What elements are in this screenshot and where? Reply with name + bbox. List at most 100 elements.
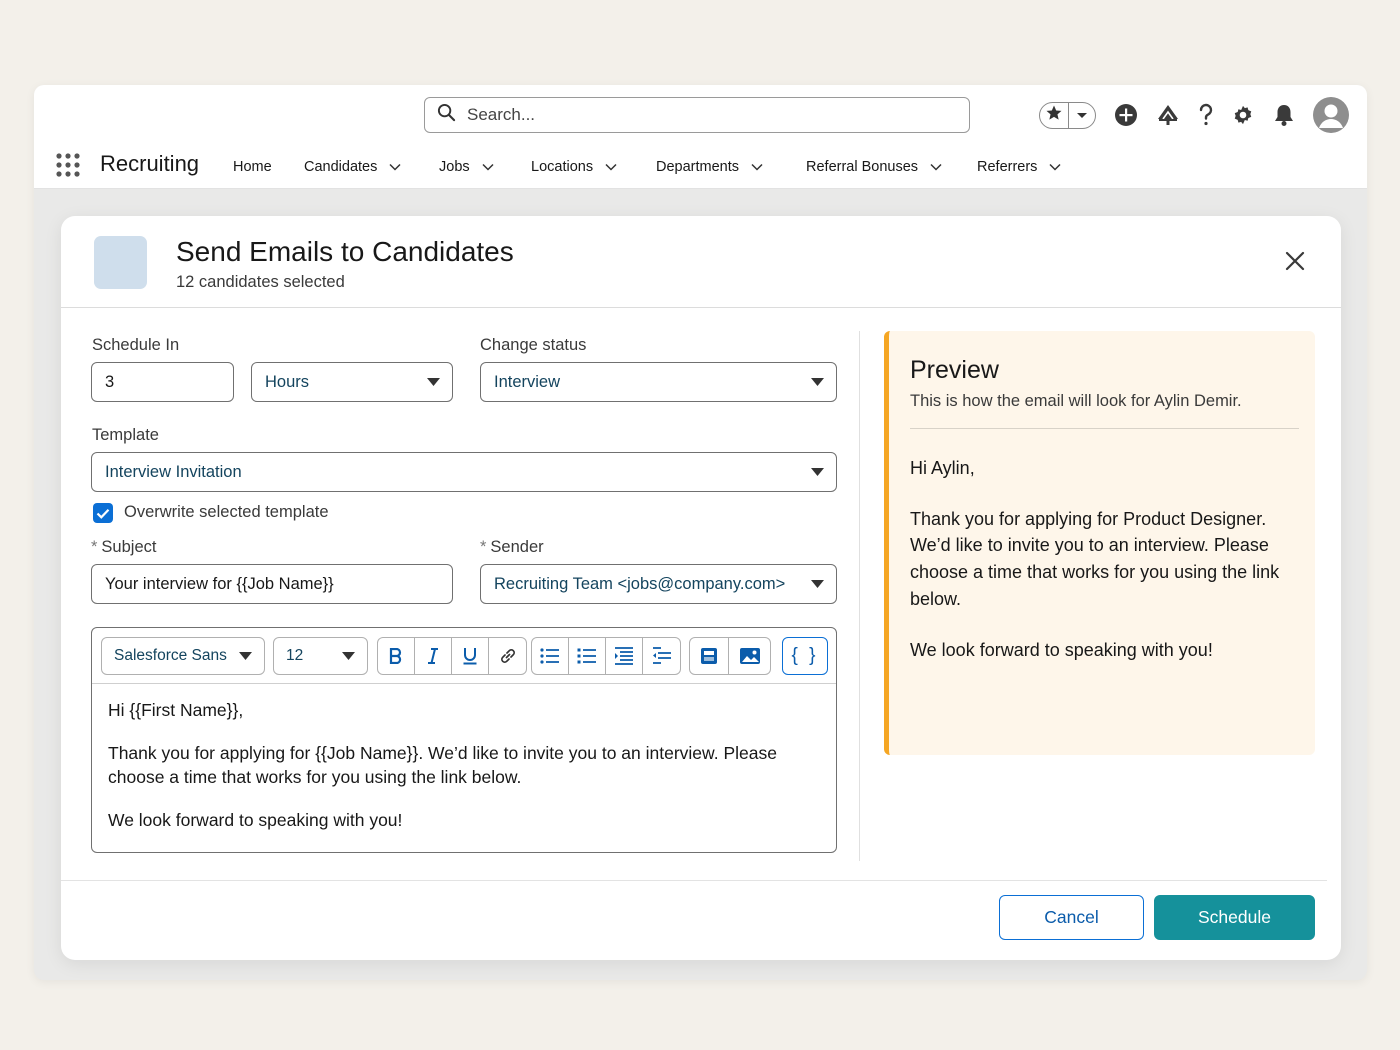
schedule-button[interactable]: Schedule xyxy=(1154,895,1315,940)
link-button[interactable] xyxy=(489,638,526,674)
schedule-in-value: 3 xyxy=(105,372,115,391)
text-format-group xyxy=(377,637,527,675)
search-box[interactable] xyxy=(424,97,970,133)
column-divider xyxy=(859,331,860,861)
italic-button[interactable] xyxy=(415,638,452,674)
nav-item-label: Departments xyxy=(656,159,740,175)
nav-item-label: Jobs xyxy=(439,159,470,175)
nav-item-label: Candidates xyxy=(304,159,378,175)
template-value: Interview Invitation xyxy=(105,462,242,481)
bold-icon xyxy=(389,648,402,664)
image-icon xyxy=(739,648,760,664)
font-size-value: 12 xyxy=(286,647,304,664)
insert-template-button[interactable] xyxy=(690,638,729,674)
nav-item-jobs[interactable]: Jobs xyxy=(439,159,494,175)
bulleted-list-button[interactable] xyxy=(532,638,569,674)
chevron-down-icon[interactable] xyxy=(751,163,763,171)
bold-button[interactable] xyxy=(378,638,415,674)
overwrite-template-label: Overwrite selected template xyxy=(124,503,329,521)
preview-divider xyxy=(910,428,1299,429)
close-icon xyxy=(1285,251,1305,271)
insert-image-button[interactable] xyxy=(729,638,770,674)
numbered-list-button[interactable] xyxy=(569,638,606,674)
merge-field-group: { } xyxy=(782,637,828,675)
favorites-menu-button[interactable] xyxy=(1069,103,1095,128)
chevron-down-icon[interactable] xyxy=(389,163,401,171)
bell-icon[interactable] xyxy=(1269,100,1299,130)
search-icon xyxy=(437,103,456,127)
sender-value: Recruiting Team <jobs@company.com> xyxy=(494,574,786,593)
app-launcher-icon[interactable] xyxy=(56,153,80,177)
avatar[interactable] xyxy=(1313,97,1349,133)
cancel-button[interactable]: Cancel xyxy=(999,895,1144,940)
checkmark-icon xyxy=(96,508,110,519)
nav-item-home[interactable]: Home xyxy=(233,159,272,175)
chevron-down-icon[interactable] xyxy=(930,163,942,171)
dropdown-arrow-icon xyxy=(239,647,252,665)
favorites-button-group xyxy=(1039,102,1096,129)
schedule-unit-select[interactable]: Hours xyxy=(251,362,453,402)
dropdown-arrow-icon xyxy=(811,468,824,476)
add-icon[interactable] xyxy=(1111,100,1141,130)
star-icon xyxy=(1045,104,1063,127)
numbered-list-icon xyxy=(577,648,596,664)
required-marker: * xyxy=(480,538,487,556)
preview-paragraph: Thank you for applying for Product Desig… xyxy=(910,508,1280,609)
subject-value: Your interview for {{Job Name}} xyxy=(105,574,334,593)
preview-title: Preview xyxy=(910,356,999,384)
font-family-select[interactable]: Salesforce Sans xyxy=(101,637,265,675)
nav-item-label: Referral Bonuses xyxy=(806,159,919,175)
favorites-button[interactable] xyxy=(1040,103,1069,128)
merge-field-button[interactable]: { } xyxy=(783,638,827,674)
overwrite-template-checkbox[interactable] xyxy=(93,503,113,523)
schedule-unit-value: Hours xyxy=(265,372,310,391)
modal-header: Send Emails to Candidates 12 candidates … xyxy=(61,216,1341,308)
editor-paragraph: We look forward to speaking with you! xyxy=(108,810,403,830)
change-status-select[interactable]: Interview xyxy=(480,362,837,402)
template-select[interactable]: Interview Invitation xyxy=(91,452,837,492)
footer-divider xyxy=(61,880,1327,881)
outdent-button[interactable] xyxy=(643,638,680,674)
indent-button[interactable] xyxy=(606,638,643,674)
bulleted-list-icon xyxy=(540,648,559,664)
outdent-icon xyxy=(652,647,671,664)
sender-label-text: Sender xyxy=(490,538,544,556)
list-format-group xyxy=(531,637,681,675)
sender-select[interactable]: Recruiting Team <jobs@company.com> xyxy=(480,564,837,604)
merge-field-icon: { } xyxy=(791,645,819,666)
nav-item-referral-bonuses[interactable]: Referral Bonuses xyxy=(806,159,942,175)
nav-item-candidates[interactable]: Candidates xyxy=(304,159,401,175)
preview-body: Hi Aylin, Thank you for applying for Pro… xyxy=(910,455,1290,687)
dropdown-arrow-icon xyxy=(811,580,824,588)
trailhead-icon[interactable] xyxy=(1153,100,1183,130)
dropdown-arrow-icon xyxy=(342,647,355,665)
gear-icon[interactable] xyxy=(1228,100,1258,130)
font-family-value: Salesforce Sans xyxy=(114,647,227,664)
subject-input[interactable]: Your interview for {{Job Name}} xyxy=(91,564,453,604)
modal-object-icon xyxy=(94,236,147,289)
editor-body[interactable]: Hi {{First Name}}, Thank you for applyin… xyxy=(108,698,808,851)
modal-title: Send Emails to Candidates xyxy=(176,236,514,267)
change-status-label: Change status xyxy=(480,336,587,354)
nav-item-locations[interactable]: Locations xyxy=(531,159,617,175)
nav-item-referrers[interactable]: Referrers xyxy=(977,159,1061,175)
indent-icon xyxy=(615,647,633,665)
editor-paragraph: Hi {{First Name}}, xyxy=(108,700,244,720)
italic-icon xyxy=(428,648,438,664)
chevron-down-icon[interactable] xyxy=(1049,163,1061,171)
close-button[interactable] xyxy=(1282,248,1308,274)
help-icon[interactable] xyxy=(1191,100,1221,130)
font-size-select[interactable]: 12 xyxy=(273,637,368,675)
insert-group xyxy=(689,637,771,675)
nav-item-departments[interactable]: Departments xyxy=(656,159,763,175)
template-label: Template xyxy=(92,426,159,444)
chevron-down-icon[interactable] xyxy=(605,163,617,171)
search-input[interactable] xyxy=(465,104,945,126)
modal-subtitle: 12 candidates selected xyxy=(176,273,345,291)
preview-paragraph: Hi Aylin, xyxy=(910,458,975,478)
schedule-in-input[interactable]: 3 xyxy=(91,362,234,402)
chevron-down-icon[interactable] xyxy=(482,163,494,171)
editor-paragraph: Thank you for applying for {{Job Name}}.… xyxy=(108,743,777,787)
send-emails-modal: Send Emails to Candidates 12 candidates … xyxy=(61,216,1341,960)
underline-button[interactable] xyxy=(452,638,489,674)
